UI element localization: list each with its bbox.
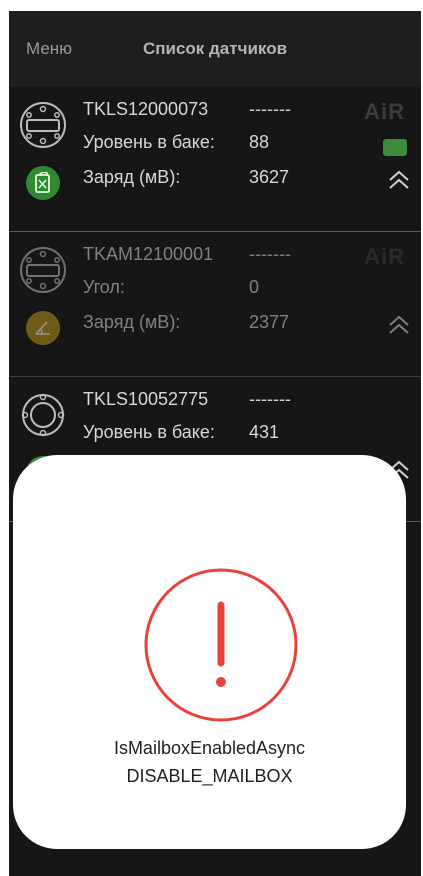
sensor-serial: TKLS12000073 [83, 99, 209, 119]
battery-icon [383, 139, 407, 156]
metric-value: 431 [249, 422, 280, 442]
metric-label: Угол: [83, 277, 125, 297]
exclamation-icon [144, 568, 298, 722]
chevron-up-icon[interactable] [387, 169, 411, 191]
sensor-serial: TKLS10052775 [83, 389, 209, 409]
air-logo: AiR [364, 244, 405, 269]
sensor-status: ------- [249, 389, 291, 409]
chevron-up-icon[interactable] [387, 314, 411, 336]
sensor-card[interactable]: TKLS12000073 ------- Уровень в баке: 88 … [9, 87, 421, 232]
sensor-device-icon [20, 102, 66, 148]
charge-value: 3627 [249, 167, 290, 187]
sensor-device-icon [20, 247, 66, 293]
sensor-device-icon [21, 393, 65, 437]
charge-label: Заряд (мВ): [83, 312, 181, 332]
alert-message: IsMailboxEnabledAsync [113, 738, 306, 758]
alert-code: DISABLE_MAILBOX [126, 766, 293, 786]
alert-dialog[interactable]: IsMailboxEnabledAsync DISABLE_MAILBOX [13, 455, 406, 849]
sensor-card[interactable]: TKAM12100001 ------- Угол: 0 Заряд (мВ):… [9, 232, 421, 377]
air-logo: AiR [364, 99, 405, 124]
nav-bar: Меню Список датчиков [9, 11, 421, 87]
sensor-serial: TKAM12100001 [83, 244, 214, 264]
metric-value: 0 [249, 277, 260, 297]
sensor-status: ------- [249, 99, 291, 119]
charge-label: Заряд (мВ): [83, 167, 181, 187]
charge-value: 2377 [249, 312, 290, 332]
metric-value: 88 [249, 132, 270, 152]
metric-label: Уровень в баке: [83, 132, 215, 152]
sensor-status: ------- [249, 244, 291, 264]
metric-label: Уровень в баке: [83, 422, 215, 442]
page-title: Список датчиков [142, 39, 288, 58]
fuel-tank-icon [26, 166, 60, 200]
angle-icon [26, 311, 60, 345]
